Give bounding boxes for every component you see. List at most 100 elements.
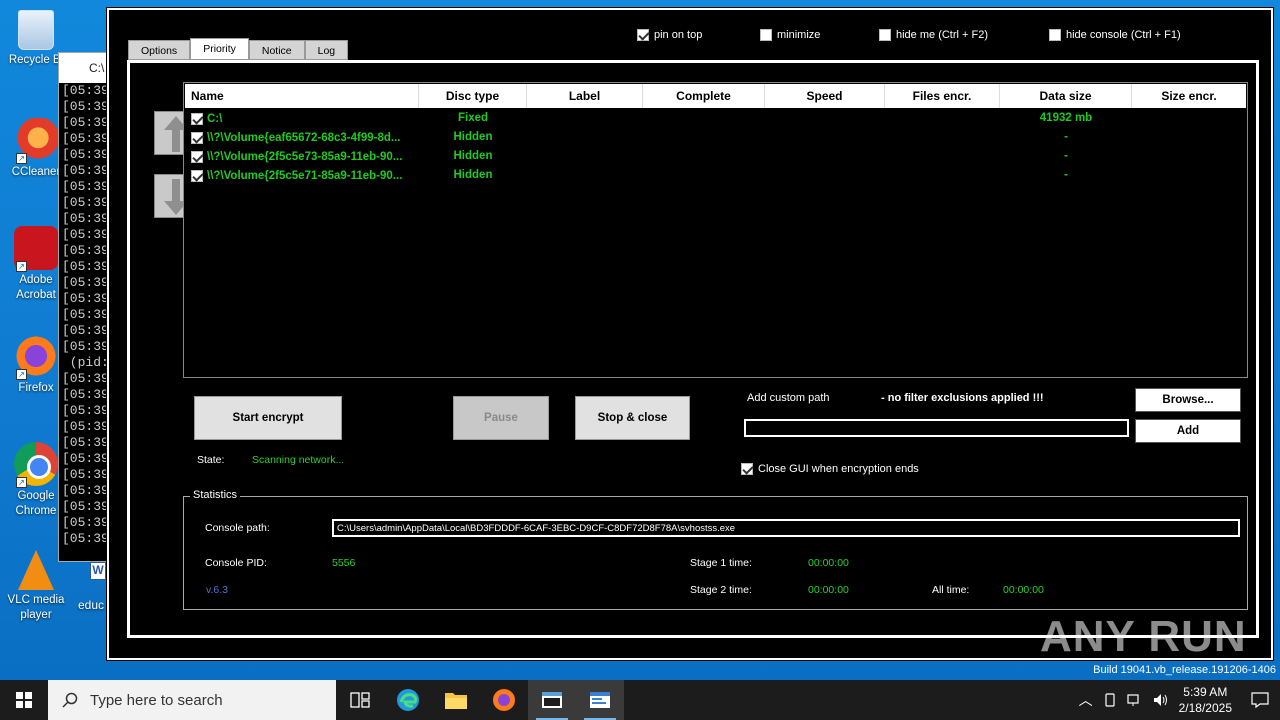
column-header[interactable]: Label [527,84,643,108]
add-button[interactable]: Add [1135,419,1241,443]
data-size: - [1064,131,1068,143]
column-header[interactable]: Complete [643,84,765,108]
search-icon [62,692,78,708]
size-encr [1132,166,1246,185]
close-gui-checkbox[interactable] [741,463,753,475]
ccleaner-icon: ↗ [14,118,58,164]
console-pid-label: Console PID: [205,557,267,569]
taskbar-search[interactable]: Type here to search [48,680,336,720]
close-gui-label: Close GUI when encryption ends [758,463,919,475]
firefox-icon [493,689,515,711]
row-checkbox[interactable] [191,131,203,144]
tab-priority[interactable]: Priority [190,38,249,60]
tab-options[interactable]: Options [128,40,191,60]
taskbar-clock[interactable]: 5:39 AM 2/18/2025 [1179,684,1232,716]
table-body: C:\ Fixed 41932 mb \\?\Volume{eaf65672-6… [184,109,1247,185]
drive-label [527,147,643,166]
browse-button[interactable]: Browse... [1135,388,1241,412]
firefox-icon: ↗ [14,334,58,380]
pause-button[interactable]: Pause [453,396,549,440]
hide-me-label: hide me (Ctrl + F2) [896,29,988,41]
task-view-button[interactable] [336,680,384,720]
tab-log[interactable]: Log [304,40,349,60]
adobe-acrobat-icon: ↗ [14,226,58,272]
minimize-checkbox[interactable] [760,29,772,41]
speed [765,166,885,185]
system-tray: ︿ 5:39 AM 2/18/2025 [1079,684,1280,716]
chrome-icon: ↗ [14,442,58,488]
taskbar: Type here to search ︿ 5:39 AM 2/18/2025 [0,680,1280,720]
column-header[interactable]: Files encr. [885,84,1000,108]
start-encrypt-button[interactable]: Start encrypt [194,396,342,440]
taskbar-file-explorer[interactable] [432,680,480,720]
desktop-icon-label: CCleaner [11,166,61,178]
word-document-icon[interactable]: W [90,562,106,580]
vlc-icon [18,550,54,590]
network-icon[interactable] [1127,693,1143,707]
clock-time: 5:39 AM [1183,685,1228,699]
row-checkbox[interactable] [191,150,203,163]
pin-on-top-checkbox[interactable] [637,29,649,41]
tab-bar: Options Priority Notice Log [128,38,349,60]
disc-type: Fixed [457,112,489,124]
console-path-label: Console path: [205,522,270,534]
table-row[interactable]: \\?\Volume{2f5c5e71-85a9-11eb-90... Hidd… [185,166,1246,185]
complete [643,128,765,147]
stage2-label: Stage 2 time: [690,584,752,596]
start-button[interactable] [0,680,48,720]
hide-me-checkbox[interactable] [879,29,891,41]
table-row[interactable]: \\?\Volume{eaf65672-68c3-4f99-8d... Hidd… [185,128,1246,147]
minimize-option[interactable]: minimize [760,29,820,41]
row-checkbox[interactable] [191,169,203,182]
table-row[interactable]: \\?\Volume{2f5c5e73-85a9-11eb-90... Hidd… [185,147,1246,166]
minimize-label: minimize [777,29,821,41]
hide-me-option[interactable]: hide me (Ctrl + F2) [879,29,988,41]
stop-close-button[interactable]: Stop & close [575,396,690,440]
speed [765,109,885,128]
tab-notice[interactable]: Notice [248,40,305,60]
stage1-label: Stage 1 time: [690,557,752,569]
taskbar-edge[interactable] [384,680,432,720]
files-encr [885,147,1000,166]
chevron-up-icon[interactable]: ︿ [1079,690,1093,710]
speed [765,147,885,166]
data-size: - [1064,169,1068,181]
column-header[interactable]: Data size [1000,84,1132,108]
close-gui-option[interactable]: Close GUI when encryption ends [741,463,919,475]
custom-path-input[interactable] [744,419,1129,437]
search-placeholder: Type here to search [90,691,223,709]
task-view-icon [350,692,370,708]
disc-type: Hidden [453,131,493,143]
notification-icon[interactable] [1250,691,1270,709]
row-checkbox[interactable] [191,112,203,125]
state-label: State: [197,454,225,466]
pin-on-top-option[interactable]: pin on top [637,29,702,41]
column-header[interactable]: Disc type [419,84,527,108]
console-path-field[interactable]: C:\Users\admin\AppData\Local\BD3FDDDF-6C… [332,519,1240,537]
device-icon[interactable] [1103,693,1117,707]
column-header[interactable]: Size encr. [1132,84,1246,108]
taskbar-app-window[interactable] [576,680,624,720]
size-encr [1132,109,1246,128]
hide-console-label: hide console (Ctrl + F1) [1066,29,1181,41]
files-encr [885,166,1000,185]
taskbar-console[interactable] [528,680,576,720]
table-header: Name Disc type Label Complete Speed File… [185,84,1246,108]
console-window-icon [542,692,562,708]
taskbar-firefox[interactable] [480,680,528,720]
size-encr [1132,128,1246,147]
column-header[interactable]: Speed [765,84,885,108]
size-encr [1132,147,1246,166]
desktop: Recycle Bi ↗ CCleaner ↗ Adobe Acrobat ↗ … [0,0,1280,680]
column-header[interactable]: Name [185,84,419,108]
table-row[interactable]: C:\ Fixed 41932 mb [185,109,1246,128]
desktop-icon-label: Firefox [18,382,54,394]
stage2-value: 00:00:00 [808,584,849,596]
desktop-icon-label: VLC media player [7,594,65,621]
volume-icon[interactable] [1153,693,1169,707]
drive-name: \\?\Volume{eaf65672-68c3-4f99-8d... [207,131,401,144]
version-label: v.6.3 [206,584,228,596]
hide-console-option[interactable]: hide console (Ctrl + F1) [1049,29,1181,41]
hide-console-checkbox[interactable] [1049,29,1061,41]
edge-icon [397,689,419,711]
